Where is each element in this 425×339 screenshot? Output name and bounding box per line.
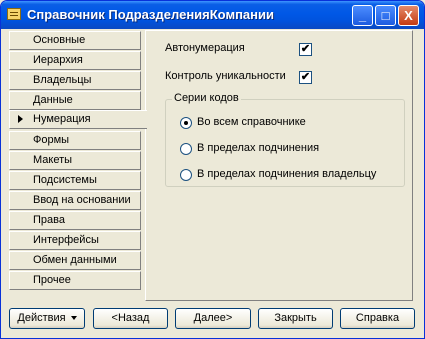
nav-item-label: Нумерация xyxy=(33,113,91,125)
nav-item-label: Обмен данными xyxy=(33,254,117,266)
nav-item-input-based-on[interactable]: Ввод на основании xyxy=(9,191,141,210)
maximize-button[interactable]: □ xyxy=(375,5,396,26)
help-button[interactable]: Справка xyxy=(340,308,415,329)
window: Справочник ПодразделенияКомпании _ □ X О… xyxy=(0,0,425,339)
radio-label: В пределах подчинения владельцу xyxy=(197,168,377,180)
nav-item-label: Интерфейсы xyxy=(33,234,99,246)
nav-item-label: Прочее xyxy=(33,274,71,286)
catalog-icon xyxy=(7,8,21,20)
nav-item-label: Данные xyxy=(33,94,73,106)
close-button[interactable]: Закрыть xyxy=(258,308,333,329)
actions-button[interactable]: Действия xyxy=(9,308,85,329)
code-series-title: Серии кодов xyxy=(172,92,241,104)
section-nav: Основные Иерархия Владельцы Данные Нумер… xyxy=(9,31,147,301)
nav-item-label: Формы xyxy=(33,134,70,146)
uniqueness-label[interactable]: Контроль уникальности xyxy=(165,70,286,82)
uniqueness-checkbox[interactable]: ✔ xyxy=(299,71,312,84)
code-series-group: Серии кодов Во всем справочнике В предел… xyxy=(165,92,405,187)
nav-item-label: Ввод на основании xyxy=(33,194,131,206)
current-arrow-icon xyxy=(18,115,23,123)
radio-selected-icon[interactable] xyxy=(180,117,192,129)
next-button[interactable]: Далее> xyxy=(175,308,251,329)
nav-item-rights[interactable]: Права xyxy=(9,211,141,230)
nav-item-label: Права xyxy=(33,214,65,226)
nav-item-label: Подсистемы xyxy=(33,174,97,186)
nav-item-forms[interactable]: Формы xyxy=(9,131,141,150)
nav-item-subsystems[interactable]: Подсистемы xyxy=(9,171,141,190)
nav-item-label: Основные xyxy=(33,34,86,46)
dropdown-arrow-icon xyxy=(70,316,77,321)
nav-item-data[interactable]: Данные xyxy=(9,91,141,110)
radio-label: Во всем справочнике xyxy=(197,116,306,128)
close-window-button[interactable]: X xyxy=(398,5,419,26)
title-bar[interactable]: Справочник ПодразделенияКомпании _ □ X xyxy=(1,1,424,29)
radio-icon[interactable] xyxy=(180,143,192,155)
back-button[interactable]: <Назад xyxy=(93,308,168,329)
nav-item-interfaces[interactable]: Интерфейсы xyxy=(9,231,141,250)
actions-label: Действия xyxy=(17,312,66,324)
autonumber-label[interactable]: Автонумерация xyxy=(165,42,245,54)
nav-item-templates[interactable]: Макеты xyxy=(9,151,141,170)
nav-item-hierarchy[interactable]: Иерархия xyxy=(9,51,141,70)
nav-item-numbering[interactable]: Нумерация xyxy=(9,110,147,129)
radio-icon[interactable] xyxy=(180,169,192,181)
nav-item-owners[interactable]: Владельцы xyxy=(9,71,141,90)
radio-label: В пределах подчинения xyxy=(197,142,320,154)
nav-item-label: Иерархия xyxy=(33,54,83,66)
window-title: Справочник ПодразделенияКомпании xyxy=(27,7,274,22)
nav-item-label: Макеты xyxy=(33,154,73,166)
nav-item-other[interactable]: Прочее xyxy=(9,271,141,290)
minimize-button[interactable]: _ xyxy=(352,5,373,26)
autonumber-checkbox[interactable]: ✔ xyxy=(299,43,312,56)
nav-item-label: Владельцы xyxy=(33,74,92,86)
nav-item-data-exchange[interactable]: Обмен данными xyxy=(9,251,141,270)
nav-item-basic[interactable]: Основные xyxy=(9,31,141,50)
